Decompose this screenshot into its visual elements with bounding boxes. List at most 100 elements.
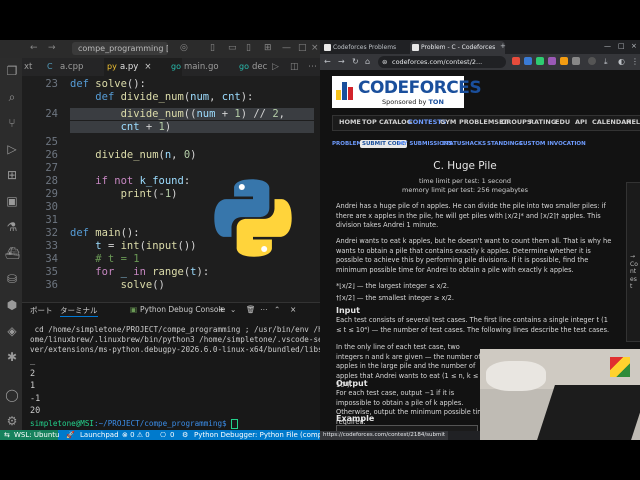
line-number: 36 [45,279,58,291]
terminal-instance[interactable]: Python Debug Console [140,305,225,314]
git-graph-icon[interactable]: ◈ [5,324,19,338]
customize-layout-icon[interactable]: ⊞ [264,43,272,53]
menu-groups[interactable]: GROUPS [501,118,532,126]
code-comment: # t = 1 [70,253,140,265]
url-input[interactable]: ⊜ codeforces.com/contest/2... [378,56,506,68]
line-number: 31 [45,214,58,226]
layout-secondary-icon[interactable]: ▯ [246,43,251,53]
menu-api[interactable]: API [575,118,587,126]
tab-problem-c[interactable]: Problem - C - Codeforces [410,41,505,54]
rubiks-cube-icon [610,357,630,377]
footnote-floor: *⌊x/2⌋ — the largest integer ≤ x/2. [336,282,450,290]
editor-tabs: xt Ca.cpp py a.py × go main.go go dec ▷ ◫ ⋯ [22,58,320,76]
launchpad-label[interactable]: Launchpad [80,429,119,440]
account-icon[interactable]: ◯ [5,388,19,402]
prompt-user: simpletone@MSI [30,418,95,428]
terminal-dropdown-icon[interactable]: ⌄ [230,305,236,314]
more-actions-icon[interactable]: ⋯ [260,305,268,314]
explorer-icon[interactable]: ❐ [5,64,19,78]
testing-icon[interactable]: ⚗ [5,220,19,234]
maximize-panel-icon[interactable]: ⌃ [274,305,280,314]
debug-console-icon[interactable]: ▣ [130,305,137,314]
minimize-icon[interactable]: — [604,42,611,50]
bug-icon[interactable]: ✱ [5,350,19,364]
menu-edu[interactable]: EDU [555,118,570,126]
ports-count[interactable]: 0 [170,429,174,440]
sidebar-label[interactable]: → Contest [630,253,638,291]
terminal-output[interactable]: cd /home/simpletone/PROJECT/compe_progra… [30,325,320,430]
layout-sidebar-icon[interactable]: ▯ [210,43,215,53]
kill-terminal-icon[interactable]: 🗑 [246,305,256,314]
tab-terminal[interactable]: ターミナル [60,305,98,317]
remote-explorer-icon[interactable]: ▣ [5,194,19,208]
close-icon[interactable]: × [631,42,637,50]
puzzle-icon[interactable] [572,57,580,65]
extension-icon[interactable] [548,57,556,65]
source-control-icon[interactable]: ⑂ [5,116,19,130]
code-line-current: divide_num((num + 1) // 2, [70,108,314,120]
new-terminal-icon[interactable]: + [218,305,224,314]
submenu-custom-invocation[interactable]: CUSTOM INVOCATION [519,141,586,147]
tab-xt[interactable]: xt [22,58,32,76]
copilot-icon[interactable]: ◎ [180,43,188,53]
ports-icon: ⎔ [160,431,167,439]
split-editor-icon[interactable]: ◫ [290,62,299,72]
new-tab-icon[interactable]: + [500,42,506,50]
code-line: t = int(input()) [95,240,197,252]
tab-a-cpp[interactable]: Ca.cpp [44,58,83,76]
menu-top[interactable]: TOP [362,118,377,126]
cpp-file-icon: C [47,62,53,71]
back-arrow-icon[interactable]: ← [30,43,38,53]
menu-gym[interactable]: GYM [440,118,456,126]
run-debug-icon[interactable]: ▷ [5,142,19,156]
menu-help[interactable]: HEL [626,118,640,126]
tab-main-go[interactable]: go main.go [168,58,219,76]
minimize-icon[interactable]: — [282,43,291,53]
submenu-status[interactable]: STATUS [442,141,465,147]
extensions-icon[interactable]: ⊞ [5,168,19,182]
extension-icon[interactable] [524,57,532,65]
database-icon[interactable]: ⛁ [5,272,19,286]
tab-ports[interactable]: ポート [30,305,53,316]
terminal-line: cd /home/simpletone/PROJECT/compe_progra… [30,325,320,334]
menu-icon[interactable]: ⋮ [631,57,639,66]
tab-dec[interactable]: go dec [236,58,267,76]
codeforces-logo[interactable]: CODEFORCES Sponsored by TON [332,76,482,108]
close-panel-icon[interactable]: × [290,305,296,314]
terminal-line: 20 [30,406,41,416]
close-icon[interactable]: × [311,43,319,53]
more-actions-icon[interactable]: ⋯ [308,62,317,72]
maximize-icon[interactable]: □ [618,42,625,50]
home-icon[interactable]: ⌂ [365,57,370,66]
main-menu: HOME TOP CATALOG CONTESTS GYM PROBLEMSET… [332,115,640,131]
sponsor-text: Sponsored by TON [382,98,444,106]
menu-rating[interactable]: RATING [529,118,556,126]
problems-count[interactable]: ⊗ 0 ⚠ 0 [122,429,150,440]
extension-icon[interactable] [536,57,544,65]
close-tab-icon[interactable]: × [144,62,151,72]
reload-icon[interactable]: ↻ [352,57,359,66]
layout-panel-icon[interactable]: ▭ [228,43,237,53]
search-icon[interactable]: ⌕ [5,90,19,104]
docker-icon[interactable]: ⛴ [5,246,20,260]
submenu-standings[interactable]: STANDINGS [487,141,523,147]
extension-icon[interactable] [512,57,520,65]
forward-arrow-icon[interactable]: → [338,57,345,66]
tab-codeforces-problems[interactable]: Codeforces Problems [322,41,413,54]
forward-arrow-icon[interactable]: → [48,43,56,53]
extension-icon[interactable] [560,57,568,65]
command-center[interactable]: compe_programming [WS [72,42,168,55]
download-icon[interactable]: ⤓ [604,57,608,67]
run-icon[interactable]: ▷ [272,62,279,72]
back-arrow-icon[interactable]: ← [324,57,331,66]
debugger-label[interactable]: Python Debugger: Python File (compe_ [194,429,320,440]
menu-home[interactable]: HOME [339,118,361,126]
remote-label[interactable]: WSL: Ubuntu [14,429,59,440]
gear-icon[interactable]: ⚙ [5,414,19,428]
submenu-hacks[interactable]: HACKS [465,141,486,147]
input-heading: Input [336,306,360,315]
python-icon[interactable]: ⬢ [5,298,19,312]
maximize-icon[interactable]: □ [298,43,307,53]
profile-avatar[interactable] [588,57,596,65]
profile-icon[interactable]: ◐ [618,57,625,66]
